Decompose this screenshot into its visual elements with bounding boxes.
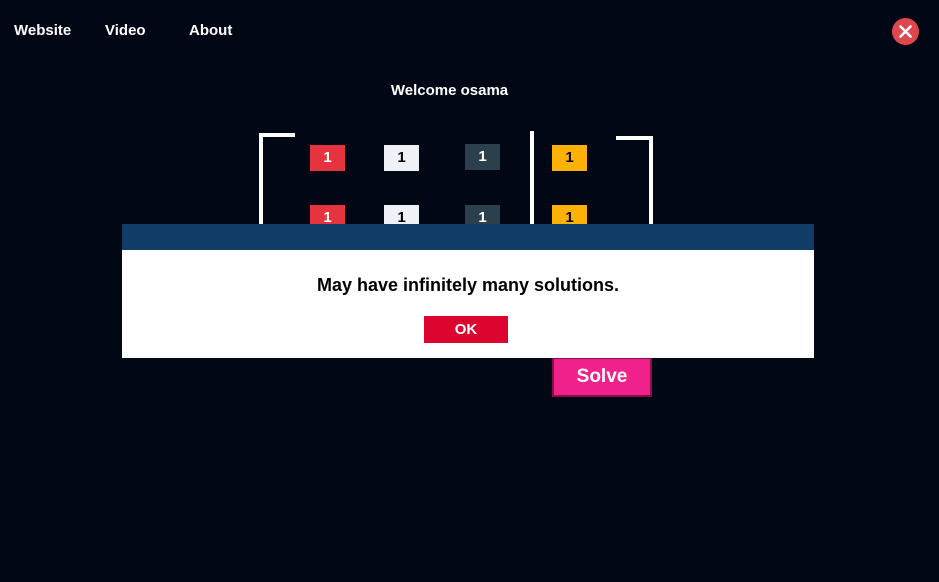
welcome-text: Welcome osama — [390, 82, 509, 99]
matrix-cell-r1-c2[interactable]: 1 — [384, 145, 419, 171]
nav-video[interactable]: Video — [105, 22, 146, 39]
ok-button[interactable]: OK — [424, 316, 508, 343]
matrix-cell-r1-c1[interactable]: 1 — [310, 145, 345, 171]
nav-about[interactable]: About — [189, 22, 232, 39]
augmented-separator — [530, 131, 534, 231]
dialog-message: May have infinitely many solutions. — [316, 275, 620, 295]
close-icon — [899, 25, 912, 38]
matrix-cell-r1-c3[interactable]: 1 — [465, 144, 500, 170]
close-button[interactable] — [892, 18, 919, 45]
nav-website[interactable]: Website — [14, 22, 71, 39]
matrix-result-r1[interactable]: 1 — [552, 145, 587, 171]
message-dialog: May have infinitely many solutions. OK — [122, 224, 814, 358]
dialog-header — [122, 224, 814, 250]
matrix-left-bracket — [259, 133, 295, 237]
solve-button[interactable]: Solve — [552, 357, 652, 397]
